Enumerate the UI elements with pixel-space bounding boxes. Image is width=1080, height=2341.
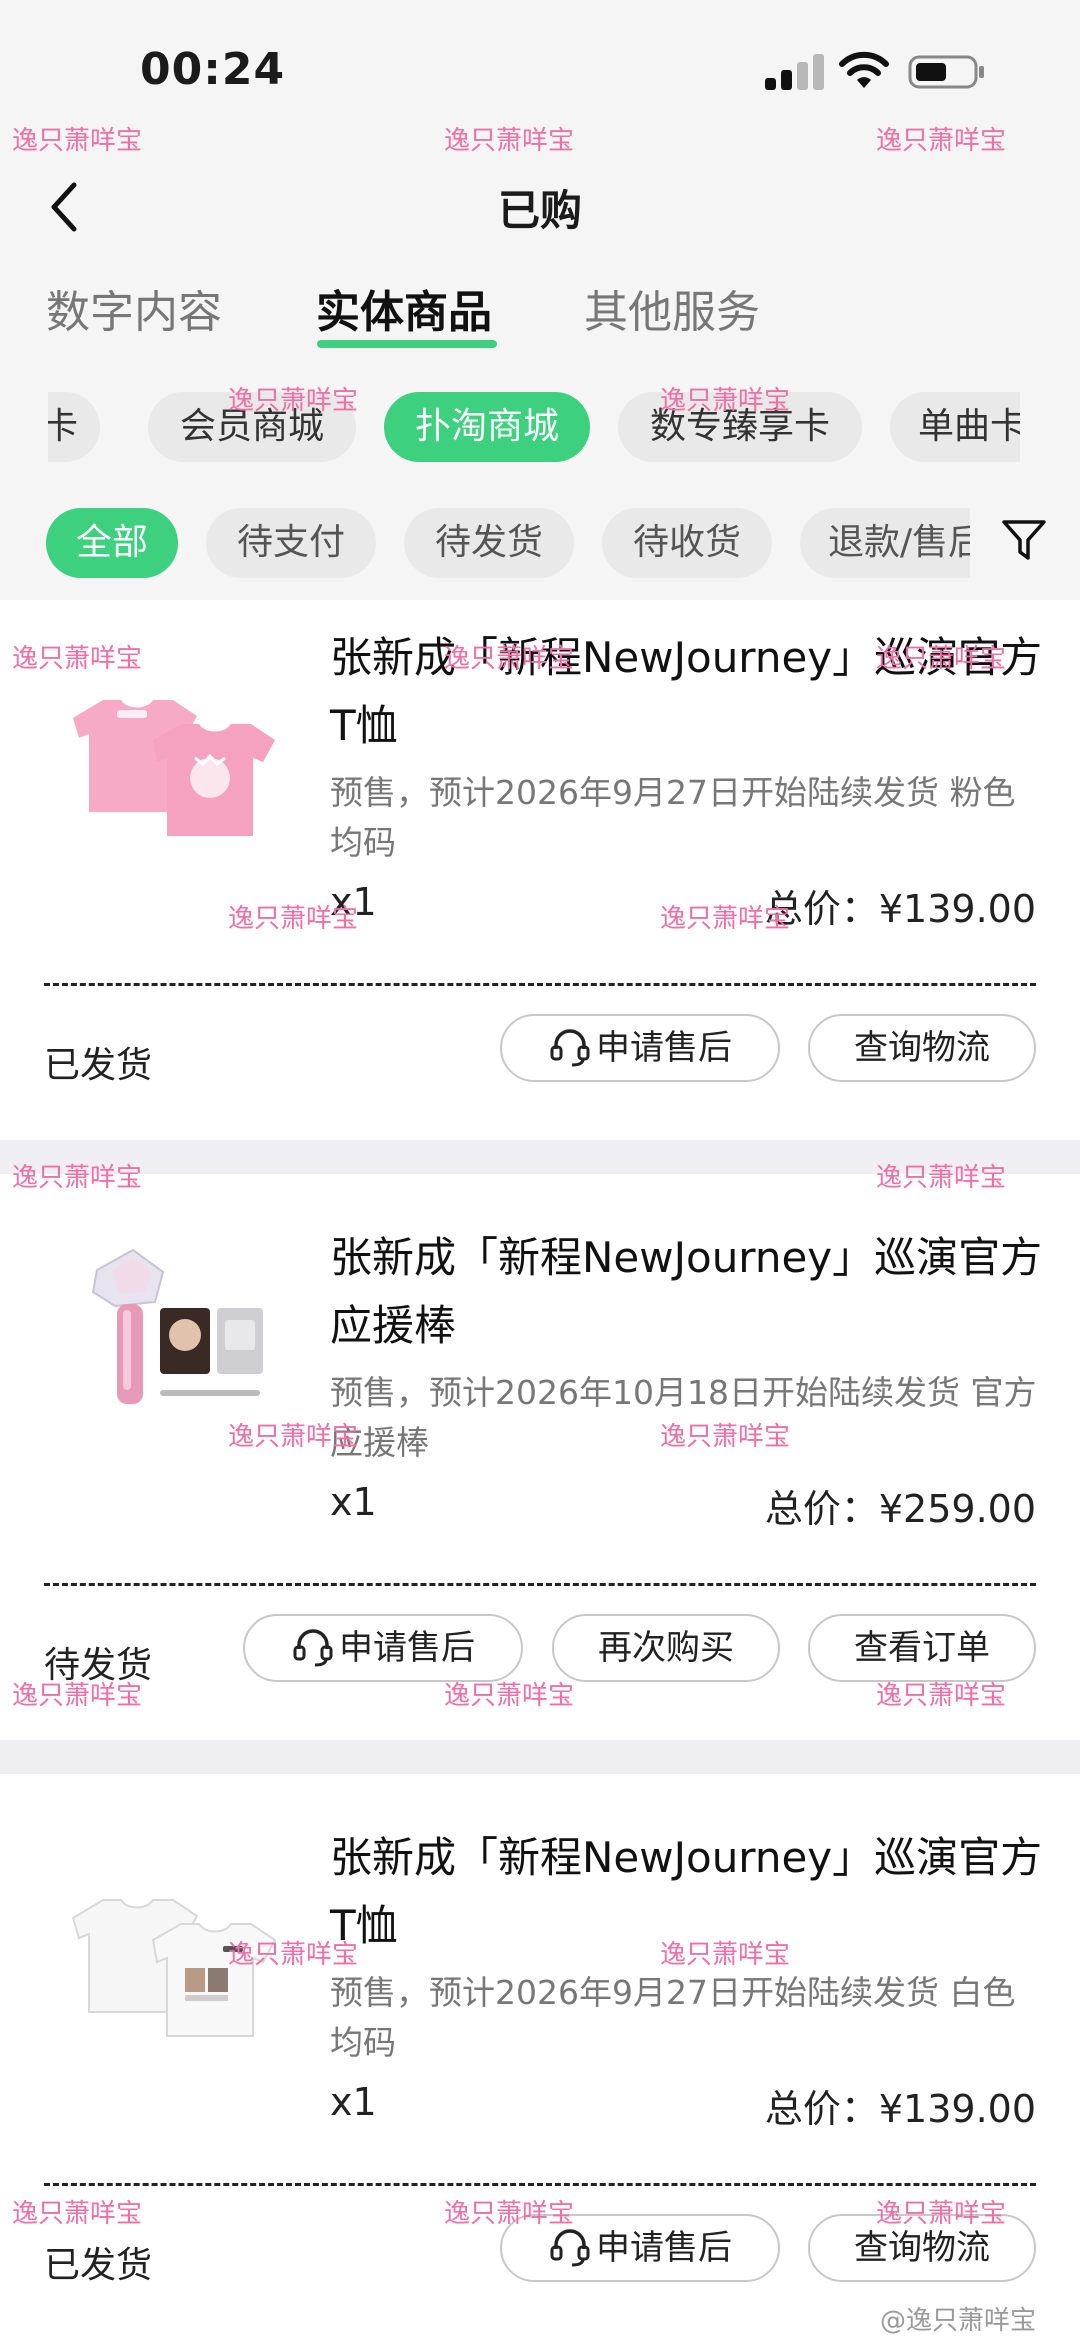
button-label: 申请售后 [339, 1628, 475, 1668]
order-total: 总价：¥139.00 [764, 2087, 1036, 2131]
filter-pending-payment[interactable]: 待支付 [206, 508, 376, 578]
view-order-button[interactable]: 查看订单 [808, 1614, 1036, 1682]
order-title: 张新成「新程NewJourney」巡演官方应援棒 [330, 1233, 1043, 1350]
filter-pending-receipt[interactable]: 待收货 [602, 508, 772, 578]
order-status: 已发货 [44, 1045, 153, 1086]
wifi-icon [839, 51, 889, 88]
watermark: 逸只萧咩宝 [12, 1163, 143, 1193]
track-logistics-button[interactable]: 查询物流 [808, 1014, 1036, 1082]
order-status: 已发货 [44, 2245, 153, 2286]
tab-physical-goods[interactable]: 实体商品 [316, 276, 492, 340]
card-separator [0, 1740, 1080, 1774]
page-title: 已购 [497, 186, 582, 235]
watermark: 逸只萧咩宝 [876, 1681, 1007, 1711]
category-bar: 卡 会员商城 扑淘商城 数专臻享卡 单曲卡 [0, 360, 1080, 490]
tab-other-services[interactable]: 其他服务 [584, 276, 760, 340]
order-total: 总价：¥259.00 [764, 1487, 1036, 1531]
active-tab-indicator [317, 340, 497, 348]
watermark: 逸只萧咩宝 [660, 1422, 791, 1452]
after-sales-button[interactable]: 申请售后 [243, 1614, 523, 1682]
watermark: 逸只萧咩宝 [660, 1940, 791, 1970]
weibo-watermark: @逸只萧咩宝 [880, 2306, 1037, 2336]
dashed-divider [44, 983, 1036, 986]
order-description: 预售，预计2026年9月27日开始陆续发货 粉色 均码 [330, 773, 1016, 862]
watermark: 逸只萧咩宝 [444, 2199, 575, 2229]
watermark: 逸只萧咩宝 [228, 1940, 359, 1970]
watermark: 逸只萧咩宝 [444, 126, 575, 156]
order-total: 总价：¥139.00 [764, 887, 1036, 931]
watermark: 逸只萧咩宝 [444, 1681, 575, 1711]
watermark: 逸只萧咩宝 [12, 644, 143, 674]
watermark: 逸只萧咩宝 [876, 1163, 1007, 1193]
headset-icon [293, 1629, 333, 1667]
order-quantity: x1 [330, 2080, 377, 2124]
watermark: 逸只萧咩宝 [228, 1422, 359, 1452]
watermark: 逸只萧咩宝 [12, 1681, 143, 1711]
dashed-divider [44, 2183, 1036, 2186]
after-sales-button[interactable]: 申请售后 [500, 1014, 780, 1082]
filter-icon[interactable] [1000, 516, 1048, 564]
watermark: 逸只萧咩宝 [876, 644, 1007, 674]
order-card[interactable]: 张新成「新程NewJourney」巡演官方T恤 预售，预计2026年9月27日开… [0, 600, 1080, 1140]
watermark: 逸只萧咩宝 [660, 904, 791, 934]
status-time: 00:24 [140, 44, 286, 95]
button-label: 申请售后 [596, 2228, 732, 2268]
order-card[interactable]: 张新成「新程NewJourney」巡演官方T恤 预售，预计2026年9月27日开… [0, 1800, 1080, 2341]
filter-all[interactable]: 全部 [46, 508, 178, 578]
tab-digital-content[interactable]: 数字内容 [46, 276, 222, 340]
battery-icon [908, 55, 984, 89]
headset-icon [550, 1029, 590, 1067]
order-status-filter: 全部 待支付 待发货 待收货 退款/售后 [0, 490, 1080, 600]
watermark: 逸只萧咩宝 [228, 904, 359, 934]
main-tabs: 数字内容 实体商品 其他服务 [0, 260, 1080, 360]
nav-bar: 已购 [0, 155, 1080, 260]
watermark: 逸只萧咩宝 [12, 2199, 143, 2229]
watermark: 逸只萧咩宝 [444, 644, 575, 674]
watermark: 逸只萧咩宝 [660, 386, 791, 416]
dashed-divider [44, 1583, 1036, 1586]
watermark: 逸只萧咩宝 [228, 386, 359, 416]
button-label: 申请售后 [596, 1028, 732, 1068]
cellular-signal-icon [765, 54, 825, 90]
category-putao-mall[interactable]: 扑淘商城 [384, 392, 590, 462]
buy-again-button[interactable]: 再次购买 [552, 1614, 780, 1682]
watermark: 逸只萧咩宝 [876, 126, 1007, 156]
watermark: 逸只萧咩宝 [12, 126, 143, 156]
order-quantity: x1 [330, 1480, 377, 1524]
headset-icon [550, 2229, 590, 2267]
order-card[interactable]: 张新成「新程NewJourney」巡演官方应援棒 预售，预计2026年10月18… [0, 1200, 1080, 1740]
watermark: 逸只萧咩宝 [876, 2199, 1007, 2229]
order-description: 预售，预计2026年9月27日开始陆续发货 白色 均码 [330, 1973, 1016, 2062]
filter-pending-shipment[interactable]: 待发货 [404, 508, 574, 578]
